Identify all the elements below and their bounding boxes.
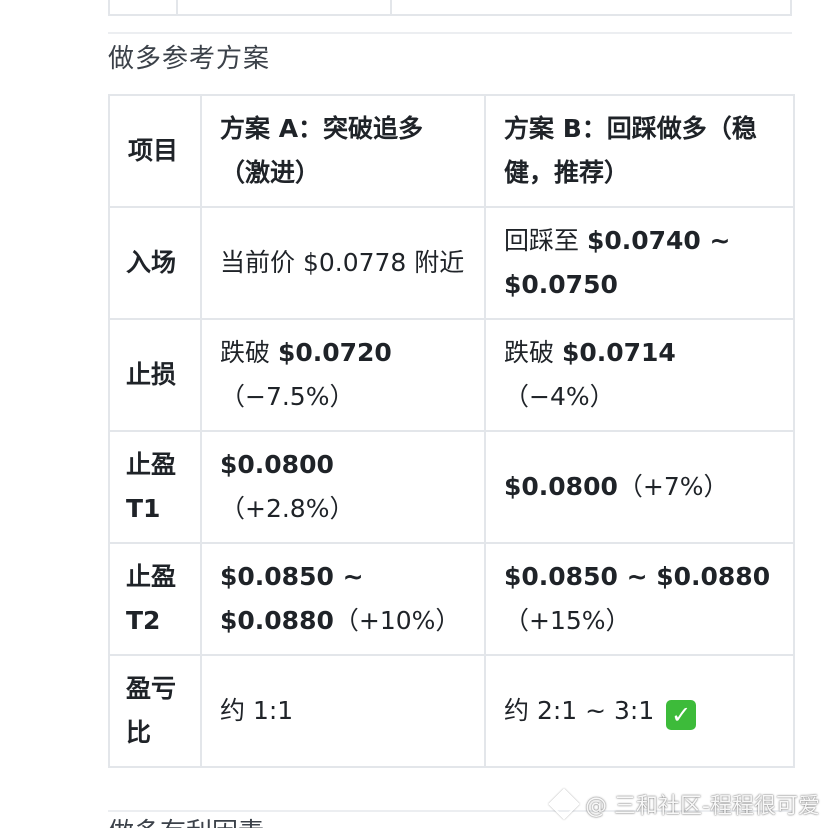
table-row: 入场 当前价 $0.0778 附近 回踩至 $0.0740 ~ $0.0750 — [108, 206, 795, 320]
cell-value: $0.0850 ~ $0.0880 — [504, 562, 771, 591]
cell-text: 约 2:1 ~ 3:1 — [504, 696, 655, 725]
cell-text: 约 1:1 — [220, 696, 294, 725]
table-row: 盈亏比 约 1:1 约 2:1 ~ 3:1 ✓ — [108, 654, 795, 768]
plan-b-cell: 跌破 $0.0714 （−4%） — [484, 318, 795, 432]
table-row: 止损 跌破 $0.0720 （−7.5%） 跌破 $0.0714 （−4%） — [108, 318, 795, 432]
row-label: 止损 — [108, 318, 202, 432]
plan-b-cell: 约 2:1 ~ 3:1 ✓ — [484, 654, 795, 768]
cell-text: 当前价 $0.0778 附近 — [220, 248, 465, 277]
plan-b-cell: 回踩至 $0.0740 ~ $0.0750 — [484, 206, 795, 320]
row-label: 盈亏比 — [108, 654, 202, 768]
cell-suffix: （−7.5%） — [220, 382, 355, 411]
plans-table: 项目 方案 A：突破追多（激进） 方案 B：回踩做多（稳健，推荐） 入场 当前价… — [108, 94, 795, 768]
cell-suffix: （+7%） — [617, 472, 729, 501]
cell-text: 回踩至 — [504, 226, 587, 255]
table-row: 止盈 T2 $0.0850 ~ $0.0880（+10%） $0.0850 ~ … — [108, 542, 795, 656]
plan-a-cell: 跌破 $0.0720 （−7.5%） — [200, 318, 486, 432]
row-label: 止盈 T1 — [108, 430, 202, 544]
watermark-text: @ 三和社区-程程很可爱 — [585, 794, 820, 819]
header-plan-a: 方案 A：突破追多（激进） — [200, 94, 486, 208]
cell-value: $0.0720 — [277, 338, 392, 367]
cell-text: 跌破 — [220, 338, 278, 367]
header-plan-b: 方案 B：回踩做多（稳健，推荐） — [484, 94, 795, 208]
header-item: 项目 — [108, 94, 202, 208]
plan-a-cell: $0.0800 （+2.8%） — [200, 430, 486, 544]
plan-b-cell: $0.0800（+7%） — [484, 430, 795, 544]
cell-suffix: （+10%） — [333, 606, 461, 635]
cell-text: 跌破 — [504, 338, 562, 367]
plan-b-cell: $0.0850 ~ $0.0880 （+15%） — [484, 542, 795, 656]
table-header-row: 项目 方案 A：突破追多（激进） 方案 B：回踩做多（稳健，推荐） — [108, 94, 795, 208]
community-logo-icon — [548, 788, 580, 820]
cell-suffix: （+15%） — [504, 606, 631, 635]
cell-value: $0.0800 — [220, 450, 334, 479]
plan-a-cell: 当前价 $0.0778 附近 — [200, 206, 486, 320]
section-title: 做多参考方案 — [108, 44, 271, 74]
check-mark-icon: ✓ — [666, 700, 697, 730]
plan-a-cell: 约 1:1 — [200, 654, 486, 768]
row-label: 止盈 T2 — [108, 542, 202, 656]
plan-a-cell: $0.0850 ~ $0.0880（+10%） — [200, 542, 486, 656]
section-divider — [108, 32, 792, 34]
cell-suffix: （−4%） — [504, 382, 615, 411]
cell-value: $0.0800 — [504, 472, 618, 501]
table-row: 止盈 T1 $0.0800（+2.8%） $0.0800（+7%） — [108, 430, 795, 544]
previous-table-remnant — [108, 0, 792, 16]
cell-value: $0.0714 — [561, 338, 676, 367]
row-label: 入场 — [108, 206, 202, 320]
page: 做多参考方案 项目 方案 A：突破追多（激进） 方案 B：回踩做多（稳健，推荐）… — [0, 0, 828, 828]
next-section-title: 做多有利因素 — [108, 812, 264, 828]
watermark: @ 三和社区-程程很可爱 — [548, 788, 820, 820]
cell-suffix: （+2.8%） — [220, 494, 355, 523]
